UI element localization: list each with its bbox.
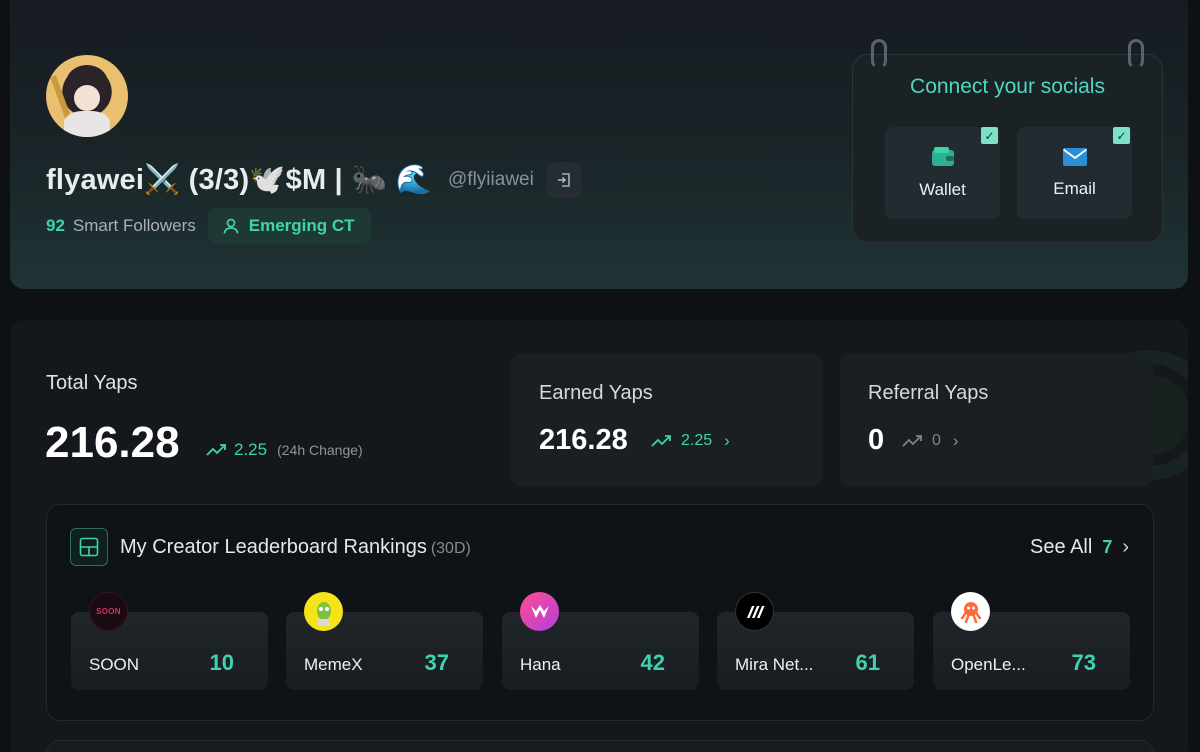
logout-icon [557, 173, 570, 187]
referral-yaps-label: Referral Yaps [868, 382, 989, 404]
profile-card: flyawei⚔️ (3/3)🕊️$M | 🐜 🌊 @flyiiawei 92 … [10, 0, 1188, 289]
rank-item-name: Mira Net... [735, 655, 814, 674]
trend-up-icon [206, 444, 226, 456]
see-all-count: 7 [1102, 537, 1113, 557]
total-yaps-change: 2.25 (24h Change) [206, 440, 363, 460]
rankings-title: My Creator Leaderboard Rankings (30D) [120, 536, 471, 559]
smart-followers-label: Smart Followers [72, 216, 196, 235]
rank-item-name: Hana [520, 655, 561, 674]
rank-item-name: SOON [89, 655, 140, 674]
chevron-right-icon: › [724, 431, 730, 450]
referral-yaps-value: 0 [868, 424, 885, 456]
leaderboard-icon [70, 528, 108, 566]
hana-logo-icon [520, 592, 559, 631]
socials-title: Connect your socials [910, 75, 1105, 98]
total-yaps-label: Total Yaps [46, 372, 138, 394]
binder-ring-icon [871, 39, 887, 69]
connect-socials-panel: Connect your socials ✓ Wallet ✓ Email [852, 39, 1163, 243]
earned-yaps-label: Earned Yaps [539, 382, 653, 404]
earned-yaps-change: 2.25 › [651, 431, 730, 451]
rank-item-rank: 10 [209, 650, 234, 675]
display-name: flyawei⚔️ (3/3)🕊️$M | 🐜 🌊 [46, 164, 433, 196]
earned-change-value: 2.25 [681, 432, 713, 449]
rank-item-openledger[interactable]: OpenLe... 73 [933, 592, 1130, 690]
email-icon [1062, 148, 1087, 166]
next-section-edge [46, 740, 1154, 752]
total-change-value: 2.25 [234, 440, 268, 459]
rank-item-rank: 61 [855, 650, 880, 675]
binder-ring-icon [1128, 39, 1144, 69]
rank-item-name: OpenLe... [951, 655, 1026, 674]
rank-item-memex[interactable]: MemeX 37 [286, 592, 483, 690]
trend-up-icon [651, 435, 671, 447]
trend-up-icon [902, 435, 922, 447]
referral-yaps-change: 0 › [902, 431, 959, 451]
smart-followers-count: 92 [46, 216, 65, 235]
soon-logo-text: SOON [96, 607, 121, 616]
wallet-label: Wallet [919, 180, 966, 199]
rank-item-mira-network[interactable]: Mira Net... 61 [717, 592, 914, 690]
wallet-button[interactable]: ✓ Wallet [885, 127, 1000, 219]
yaps-card: Total Yaps 216.28 2.25 (24h Change) Earn… [10, 320, 1188, 752]
chevron-right-icon: › [952, 431, 959, 450]
rank-item-rank: 42 [640, 650, 665, 675]
rankings-period: (30D) [430, 540, 471, 557]
referral-yaps-box[interactable]: Referral Yaps 0 0 › [840, 354, 1153, 486]
user-handle[interactable]: @flyiiawei [448, 169, 534, 191]
email-button[interactable]: ✓ Email [1017, 127, 1132, 219]
badge-label: Emerging CT [248, 216, 355, 235]
logout-button[interactable] [545, 162, 582, 198]
rank-item-rank: 73 [1071, 650, 1096, 675]
memex-logo-icon [304, 592, 343, 631]
avatar[interactable] [46, 55, 128, 137]
check-icon: ✓ [981, 127, 998, 144]
mira-logo-icon [735, 592, 774, 631]
rank-item-soon[interactable]: SOON SOON 10 [71, 592, 268, 690]
user-icon [223, 218, 239, 234]
earned-yaps-value: 216.28 [539, 424, 628, 456]
see-all-label: See All [1030, 536, 1093, 558]
leaderboard-rankings-panel: My Creator Leaderboard Rankings (30D) See… [46, 504, 1154, 721]
rank-item-hana[interactable]: Hana 42 [502, 592, 699, 690]
profile-name-row: flyawei⚔️ (3/3)🕊️$M | 🐜 🌊 @flyiiawei [46, 160, 582, 200]
rank-item-rank: 37 [424, 650, 449, 675]
soon-logo-icon: SOON [89, 592, 128, 631]
email-label: Email [1053, 179, 1096, 198]
wallet-icon [931, 147, 954, 166]
change-note: (24h Change) [277, 442, 363, 458]
earned-yaps-box[interactable]: Earned Yaps 216.28 2.25 › [511, 354, 823, 486]
octopus-logo-icon [951, 592, 990, 631]
see-all-button[interactable]: See All 7 › [1030, 536, 1129, 559]
rank-item-name: MemeX [304, 655, 363, 674]
follow-row: 92 Smart Followers Emerging CT [46, 208, 371, 244]
emerging-ct-badge: Emerging CT [207, 208, 371, 244]
referral-change-value: 0 [932, 432, 941, 449]
check-icon: ✓ [1113, 127, 1130, 144]
chevron-right-icon: › [1122, 536, 1129, 558]
rankings-title-text: My Creator Leaderboard Rankings [120, 536, 427, 558]
total-yaps-value: 216.28 [45, 418, 180, 467]
